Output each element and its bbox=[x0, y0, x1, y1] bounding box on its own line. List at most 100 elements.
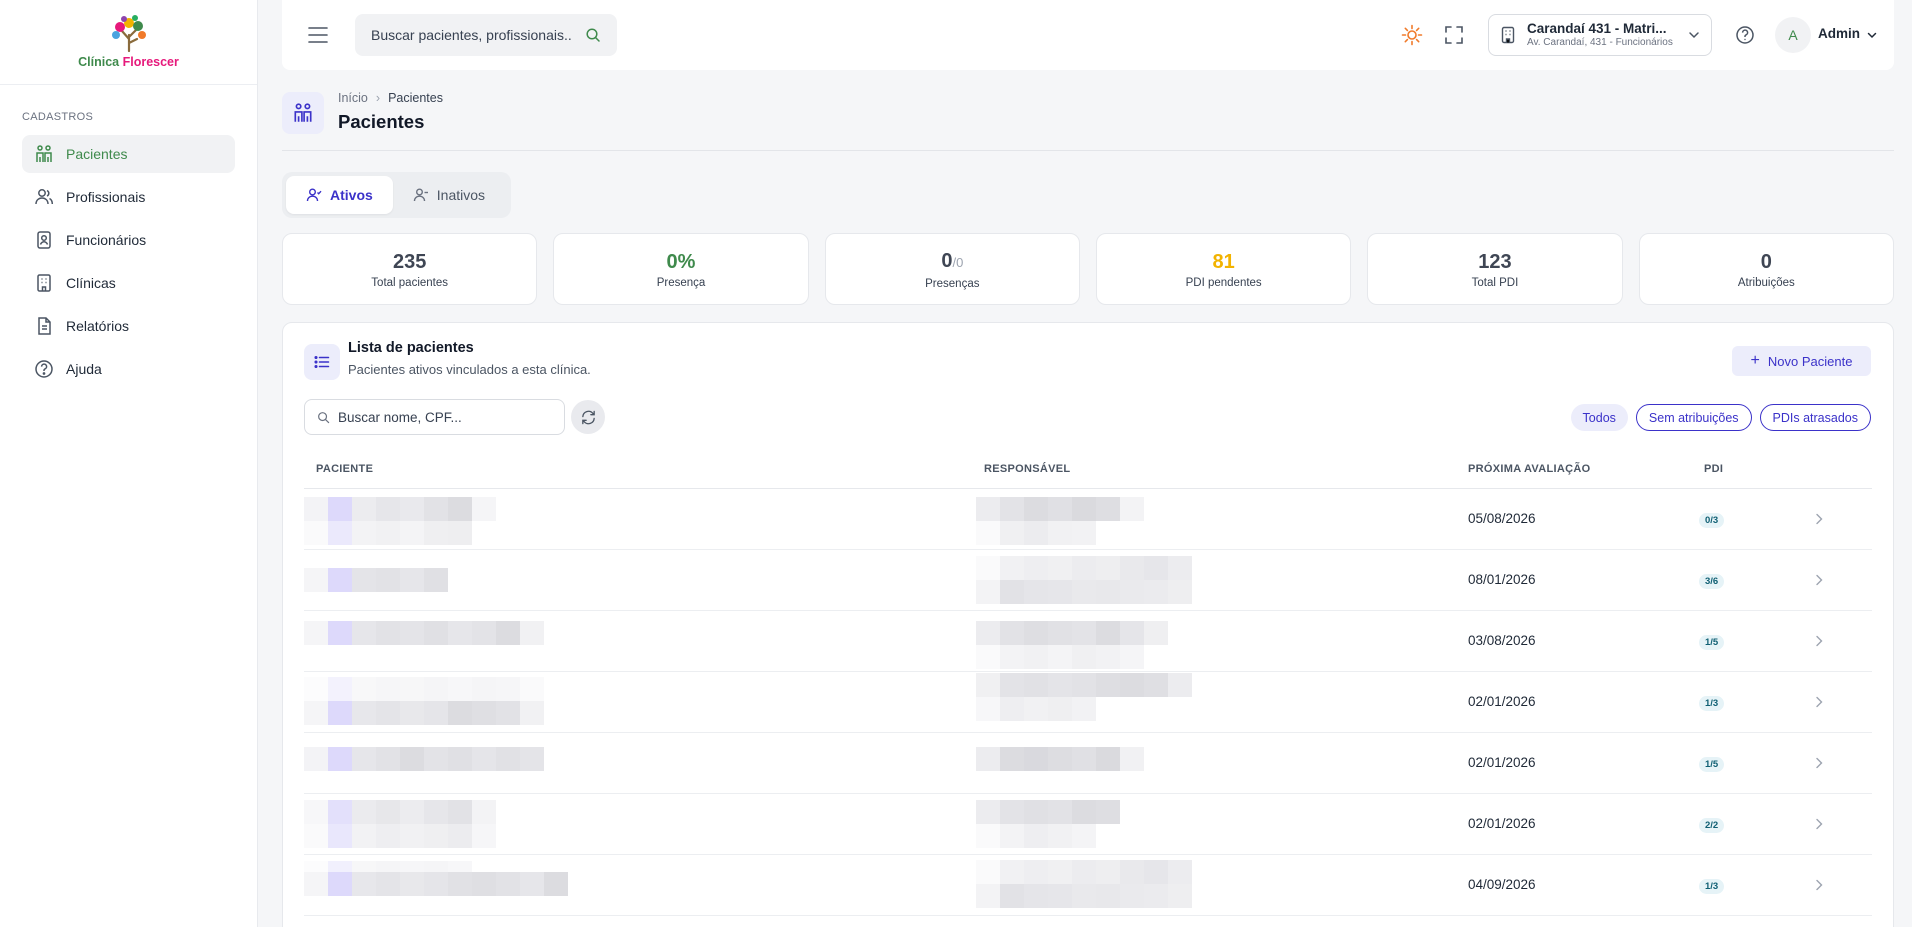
responsible-cell-redacted bbox=[976, 800, 1120, 824]
table-row[interactable]: 05/08/2026 0/3 bbox=[304, 489, 1872, 550]
filter-pdis-atrasados[interactable]: PDIs atrasados bbox=[1759, 404, 1871, 431]
search-icon bbox=[586, 28, 600, 42]
building-icon bbox=[34, 273, 54, 293]
tab-ativos[interactable]: Ativos bbox=[286, 176, 393, 214]
col-pdi[interactable]: PDI bbox=[1704, 463, 1723, 475]
tab-inativos[interactable]: Inativos bbox=[393, 176, 505, 214]
global-search[interactable] bbox=[355, 14, 617, 56]
chevron-down-icon[interactable] bbox=[1866, 29, 1878, 41]
chevron-down-icon bbox=[1689, 32, 1699, 39]
patient-cell-redacted bbox=[304, 800, 496, 824]
sidebar: Clínica Florescer CADASTROS Pacientes Pr… bbox=[0, 0, 258, 927]
stat-label: Total PDI bbox=[1471, 276, 1519, 289]
pdi-badge: 3/6 bbox=[1699, 574, 1725, 589]
table-row[interactable]: 04/09/2026 1/3 bbox=[304, 855, 1872, 916]
page-header: Início › Pacientes Pacientes bbox=[282, 88, 1894, 151]
stat-total-pdi: 123 Total PDI bbox=[1367, 233, 1623, 305]
stat-atribuicoes: 0 Atribuições bbox=[1638, 233, 1894, 305]
sidebar-item-label: Clínicas bbox=[66, 275, 116, 291]
table-row[interactable]: 02/01/2026 1/5 bbox=[304, 733, 1872, 794]
user-name[interactable]: Admin bbox=[1818, 26, 1860, 41]
search-icon bbox=[318, 411, 330, 423]
stat-total-pacientes: 235 Total pacientes bbox=[282, 233, 538, 305]
patients-list-panel: Lista de pacientes Pacientes ativos vinc… bbox=[282, 322, 1894, 927]
chevron-right-icon[interactable] bbox=[1812, 512, 1826, 526]
filter-sem-atribuicoes[interactable]: Sem atribuições bbox=[1635, 404, 1752, 431]
pdi-badge: 1/3 bbox=[1699, 879, 1725, 894]
sidebar-item-ajuda[interactable]: Ajuda bbox=[22, 350, 235, 388]
sidebar-item-label: Ajuda bbox=[66, 361, 102, 377]
chevron-right-icon[interactable] bbox=[1812, 695, 1826, 709]
help-icon[interactable] bbox=[1735, 25, 1755, 45]
refresh-icon bbox=[581, 410, 595, 424]
pdi-badge: 2/2 bbox=[1699, 818, 1725, 833]
pdi-badge: 1/5 bbox=[1699, 757, 1725, 772]
table-row[interactable]: 08/01/2026 3/6 bbox=[304, 550, 1872, 611]
theme-toggle-sun-icon[interactable] bbox=[1401, 24, 1423, 46]
sidebar-item-clinicas[interactable]: Clínicas bbox=[22, 264, 235, 302]
tab-label: Inativos bbox=[436, 187, 486, 203]
stat-value: 0% bbox=[666, 250, 696, 273]
chevron-right-icon[interactable] bbox=[1812, 817, 1826, 831]
chevron-right-icon[interactable] bbox=[1812, 634, 1826, 648]
menu-icon[interactable] bbox=[308, 24, 328, 46]
new-patient-button[interactable]: + Novo Paciente bbox=[1732, 346, 1871, 376]
patient-cell-redacted bbox=[304, 747, 544, 771]
logo[interactable]: Clínica Florescer bbox=[0, 0, 257, 85]
breadcrumb-home[interactable]: Início bbox=[338, 91, 368, 105]
list-icon bbox=[304, 344, 340, 380]
sidebar-item-profissionais[interactable]: Profissionais bbox=[22, 178, 235, 216]
clinic-address: Av. Carandaí, 431 - Funcionários bbox=[1527, 37, 1673, 48]
refresh-button[interactable] bbox=[571, 400, 605, 434]
responsible-cell-redacted-2 bbox=[976, 645, 1144, 669]
patient-cell-redacted bbox=[304, 677, 544, 701]
users-icon bbox=[34, 187, 54, 207]
col-paciente[interactable]: PACIENTE bbox=[316, 463, 373, 475]
responsible-cell-redacted bbox=[976, 860, 1192, 884]
stat-value: 0 bbox=[941, 249, 953, 272]
pdi-badge: 1/5 bbox=[1699, 635, 1725, 650]
chevron-right-icon[interactable] bbox=[1812, 878, 1826, 892]
next-eval-date: 02/01/2026 bbox=[1468, 694, 1536, 709]
sidebar-item-relatorios[interactable]: Relatórios bbox=[22, 307, 235, 345]
clinic-info: Carandaí 431 - Matri... Av. Carandaí, 43… bbox=[1527, 21, 1673, 49]
patients-icon bbox=[282, 92, 324, 134]
col-responsavel[interactable]: RESPONSÁVEL bbox=[984, 463, 1070, 475]
table-row[interactable]: 02/01/2026 1/3 bbox=[304, 672, 1872, 733]
chevron-right-icon[interactable] bbox=[1812, 573, 1826, 587]
stats-row: 235 Total pacientes 0% Presença 0/0 Pres… bbox=[282, 233, 1894, 305]
breadcrumb: Início › Pacientes bbox=[338, 91, 443, 105]
list-search-input[interactable] bbox=[338, 409, 538, 425]
next-eval-date: 08/01/2026 bbox=[1468, 572, 1536, 587]
filter-todos[interactable]: Todos bbox=[1570, 404, 1628, 431]
user-active-icon bbox=[306, 188, 322, 202]
logo-text: Clínica Florescer bbox=[78, 55, 179, 69]
avatar[interactable]: A bbox=[1775, 17, 1811, 53]
patient-cell-redacted bbox=[304, 497, 496, 521]
patient-cell-redacted-2 bbox=[304, 521, 472, 545]
chevron-right-icon[interactable] bbox=[1812, 756, 1826, 770]
help-icon bbox=[34, 359, 54, 379]
tree-logo-icon bbox=[111, 15, 146, 53]
responsible-cell-redacted-2 bbox=[976, 580, 1192, 604]
list-search[interactable] bbox=[304, 399, 565, 435]
patients-icon bbox=[34, 144, 54, 164]
sidebar-item-funcionarios[interactable]: Funcionários bbox=[22, 221, 235, 259]
table-row[interactable]: 03/08/2026 1/5 bbox=[304, 611, 1872, 672]
responsible-cell-redacted bbox=[976, 747, 1144, 771]
col-proxima-avaliacao[interactable]: PRÓXIMA AVALIAÇÃO bbox=[1468, 463, 1590, 475]
sidebar-item-label: Relatórios bbox=[66, 318, 130, 334]
pdi-badge: 1/3 bbox=[1699, 696, 1725, 711]
sidebar-item-pacientes[interactable]: Pacientes bbox=[22, 135, 235, 173]
table-header: PACIENTE RESPONSÁVEL PRÓXIMA AVALIAÇÃO P… bbox=[304, 449, 1872, 489]
fullscreen-icon[interactable] bbox=[1444, 25, 1464, 45]
table-row[interactable]: 02/01/2026 2/2 bbox=[304, 794, 1872, 855]
responsible-cell-redacted-2 bbox=[976, 824, 1096, 848]
responsible-cell-redacted bbox=[976, 556, 1192, 580]
clinic-name: Carandaí 431 - Matri... bbox=[1527, 21, 1667, 36]
new-patient-label: Novo Paciente bbox=[1767, 353, 1853, 369]
global-search-input[interactable] bbox=[371, 27, 571, 43]
sidebar-nav: Pacientes Profissionais Funcionários Clí… bbox=[22, 135, 235, 388]
badge-icon bbox=[34, 230, 54, 250]
clinic-selector[interactable]: Carandaí 431 - Matri... Av. Carandaí, 43… bbox=[1488, 14, 1712, 56]
